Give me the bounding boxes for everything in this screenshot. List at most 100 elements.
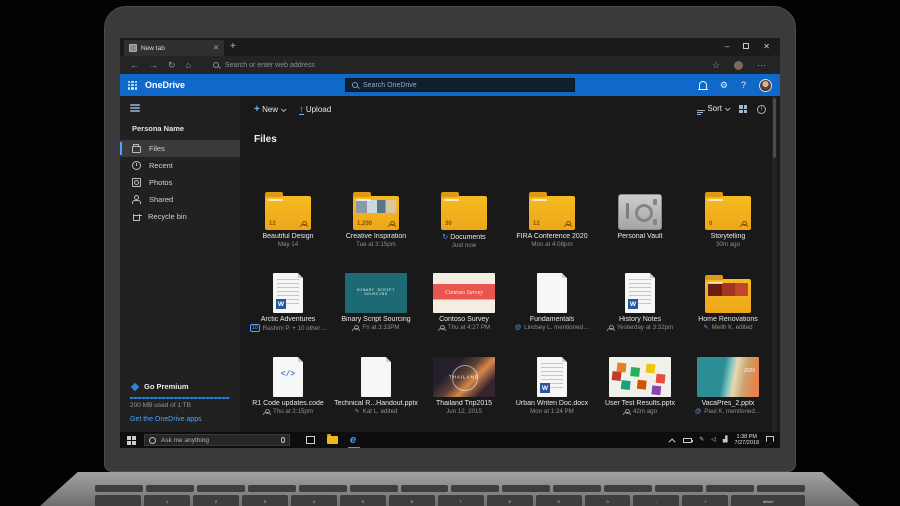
menu-hamburger-icon[interactable] <box>130 104 140 112</box>
file-tile[interactable]: Contoso SurveyContoso SurveyThu at 4:27 … <box>420 263 508 331</box>
file-name: Storytelling <box>684 233 772 240</box>
file-tile[interactable]: WHistory NotesYesterday at 3:32pm <box>596 263 684 331</box>
file-tile[interactable]: Technical R...Handout.pptx✎Kat L. edited <box>332 347 420 415</box>
sidebar-item-shared[interactable]: Shared <box>120 191 240 208</box>
microphone-icon[interactable] <box>281 437 285 443</box>
get-onedrive-apps-link[interactable]: Get the OneDrive apps <box>130 416 202 423</box>
file-tile[interactable]: W Urban Writen Doc.docxMon at 1:24 PM <box>508 347 596 415</box>
info-icon[interactable]: i <box>757 105 766 114</box>
maximize-button[interactable] <box>743 43 749 49</box>
close-button[interactable]: ✕ <box>763 42 770 51</box>
file-name: Arctic Adventures <box>244 316 332 323</box>
file-name: Creative Inspiration <box>332 233 420 240</box>
person-icon <box>607 325 614 331</box>
grid-view-icon[interactable] <box>739 105 747 113</box>
tab-close-icon[interactable]: ✕ <box>213 44 219 52</box>
laptop-keyboard-base: `1234567890-+delete <box>40 472 860 506</box>
refresh-icon[interactable]: ↻ <box>168 60 176 71</box>
help-icon[interactable]: ? <box>741 80 746 90</box>
file-name: R1 Code updates.code <box>244 400 332 407</box>
file-tile[interactable]: </>R1 Code updates.codeThu at 2:15pm <box>244 347 332 415</box>
file-tile[interactable]: BINARY SCRIPT SOURCINGBinary Script Sour… <box>332 263 420 331</box>
taskbar-clock[interactable]: 1:38 PM 7/27/2018 <box>735 434 759 446</box>
app-launcher-icon[interactable] <box>128 81 137 90</box>
content-scrollbar[interactable] <box>772 96 777 432</box>
chevron-down-icon <box>725 105 731 111</box>
file-tile[interactable]: WArctic Adventures10Rashmi P. + 10 other… <box>244 263 332 332</box>
file-tile[interactable]: Fundamentals@Lindsey L. mentioned… <box>508 263 596 331</box>
sidebar-item-files[interactable]: Files <box>120 140 240 157</box>
task-view-icon[interactable] <box>306 436 315 444</box>
keyboard-key <box>604 485 652 492</box>
file-subtext: Mon at 1:24 PM <box>508 408 596 415</box>
forward-icon[interactable]: → <box>149 60 158 70</box>
home-icon[interactable]: ⌂ <box>186 60 191 70</box>
section-title: Files <box>254 134 277 145</box>
battery-icon[interactable] <box>683 438 692 443</box>
file-tile[interactable]: 0Storytelling30m ago <box>684 180 772 248</box>
onedrive-search-input[interactable]: Search OneDrive <box>363 82 417 89</box>
word-document-icon: W <box>625 273 655 313</box>
file-name: Home Renovations <box>684 316 772 323</box>
go-premium-button[interactable]: Go Premium <box>132 382 189 391</box>
file-tile[interactable]: 12FIRA Conference 2020Mon at 4:08pm <box>508 180 596 248</box>
file-thumbnail <box>596 347 684 397</box>
user-avatar[interactable] <box>759 79 772 92</box>
sidebar-item-photos[interactable]: Photos <box>120 174 240 191</box>
hub-icon[interactable] <box>734 61 743 70</box>
sidebar-item-label: Shared <box>149 195 173 204</box>
cortana-search-input[interactable]: Ask me anything <box>161 437 276 444</box>
file-explorer-icon[interactable] <box>327 436 338 444</box>
notifications-bell-icon[interactable] <box>699 81 707 89</box>
new-tab-button[interactable]: + <box>230 42 236 52</box>
file-thumbnail <box>508 263 596 313</box>
sidebar-item-recycle-bin[interactable]: Recycle bin <box>120 208 240 225</box>
onedrive-content: + New ↑ Upload Sort i Files 12Beautiful … <box>240 96 780 432</box>
minimize-button[interactable]: – <box>725 42 729 51</box>
more-menu-icon[interactable]: ⋯ <box>757 60 766 71</box>
new-button[interactable]: + New <box>254 104 285 115</box>
start-button[interactable] <box>127 436 136 445</box>
onedrive-logo-text[interactable]: OneDrive <box>145 80 185 90</box>
pen-icon[interactable]: ✎ <box>699 437 704 443</box>
keyboard-key <box>146 485 194 492</box>
address-input[interactable]: Search or enter web address <box>225 62 712 69</box>
network-icon[interactable]: ▟ <box>723 437 728 443</box>
onedrive-search-box[interactable]: Search OneDrive <box>345 78 575 92</box>
edge-browser-icon[interactable]: e <box>350 435 356 446</box>
file-thumbnail: </> <box>244 347 332 397</box>
word-document-icon: W <box>537 357 567 397</box>
file-name: Urban Writen Doc.docx <box>508 400 596 407</box>
file-tile[interactable]: 12Beautiful DesignMay 14 <box>244 180 332 248</box>
file-thumbnail: 1,200 <box>332 180 420 230</box>
sort-button[interactable]: Sort <box>697 104 729 115</box>
file-tile[interactable]: THAILANDThailand Trip2015Jun 12, 2015 <box>420 347 508 415</box>
person-icon <box>352 325 359 331</box>
file-tile[interactable]: Home Renovations✎Melih K. edited <box>684 263 772 331</box>
file-tile[interactable]: User Test Results.pptx42m ago <box>596 347 684 415</box>
file-thumbnail: 2020 <box>684 347 772 397</box>
action-center-icon[interactable] <box>766 436 774 444</box>
file-name: Contoso Survey <box>420 316 508 323</box>
sidebar-item-label: Photos <box>149 178 172 187</box>
scrollbar-thumb[interactable] <box>773 98 776 158</box>
keyboard-key: 3 <box>242 495 288 506</box>
file-tile[interactable]: 1,200Creative InspirationTue at 3:15pm <box>332 180 420 248</box>
sort-icon <box>697 110 705 115</box>
file-tile[interactable]: Personal Vault <box>596 180 684 241</box>
upload-button[interactable]: ↑ Upload <box>299 105 331 114</box>
cortana-search-box[interactable]: Ask me anything <box>144 434 290 446</box>
file-thumbnail: 12 <box>244 180 332 230</box>
folder-icon: 30 <box>441 196 487 230</box>
search-icon <box>213 62 219 68</box>
file-tile[interactable]: 2020VacaPres_2.pptx@Paul K. mentioned… <box>684 347 772 415</box>
browser-tab-newtab[interactable]: New tab ✕ <box>124 40 224 56</box>
keyboard-key <box>197 485 245 492</box>
back-icon[interactable]: ← <box>130 60 139 70</box>
volume-icon[interactable]: ◁ <box>711 437 716 443</box>
sidebar-item-recent[interactable]: Recent <box>120 157 240 174</box>
tray-expand-chevron-icon[interactable] <box>669 438 676 445</box>
file-tile[interactable]: 30↻DocumentsJust now <box>420 180 508 249</box>
settings-gear-icon[interactable]: ⚙ <box>720 80 728 91</box>
favorites-star-icon[interactable]: ☆ <box>712 60 720 71</box>
